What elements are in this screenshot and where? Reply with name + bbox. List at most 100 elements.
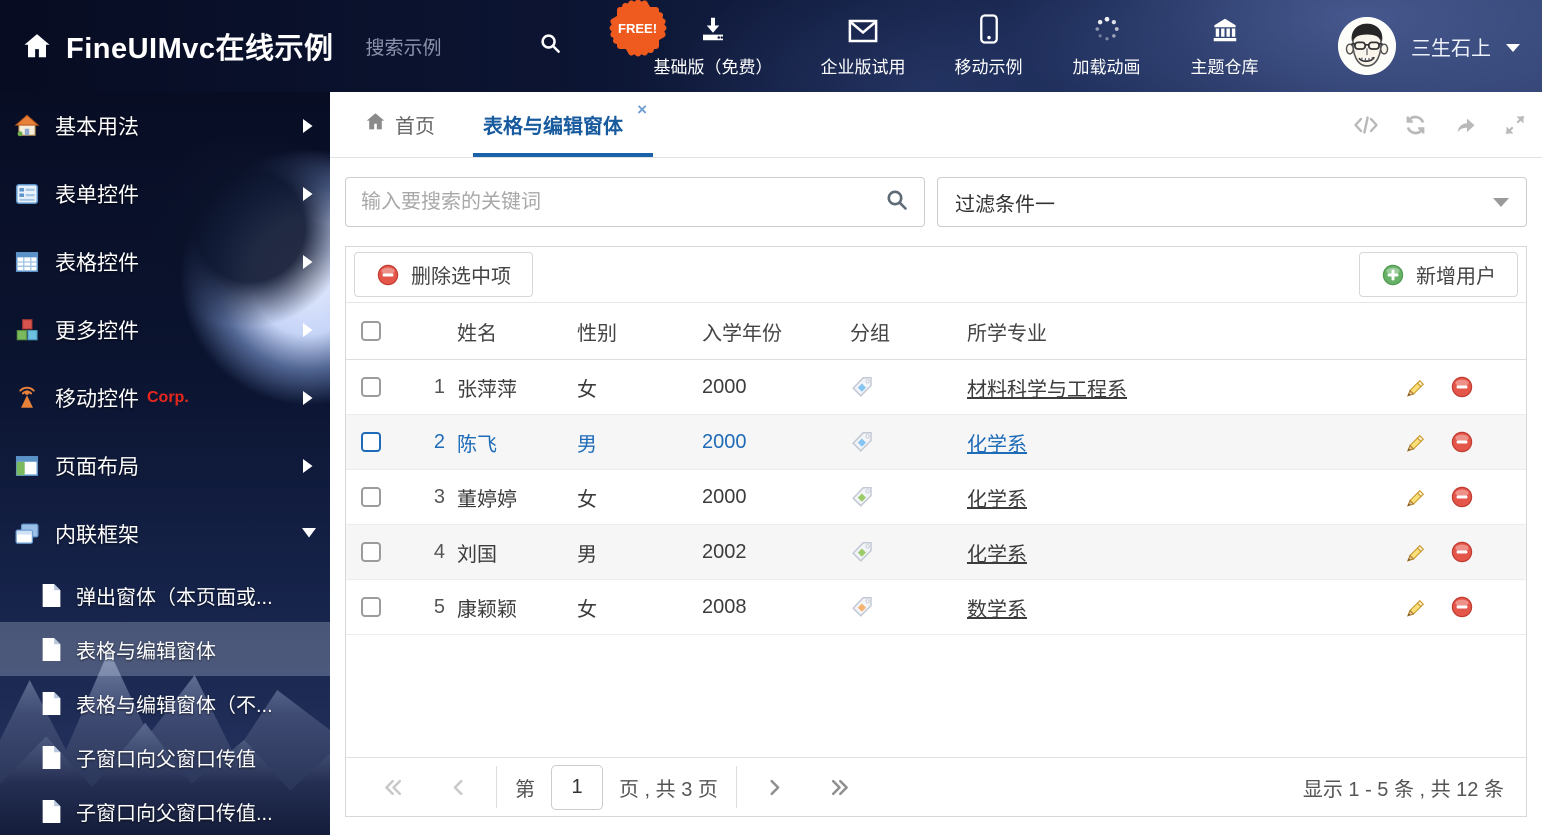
nav-label: 加载动画 [1072, 58, 1141, 77]
delete-icon[interactable] [1450, 540, 1474, 564]
row-checkbox[interactable] [361, 597, 381, 617]
chevron-right-icon [301, 390, 315, 406]
sidebar-item-label: 页面布局 [55, 456, 139, 479]
edit-icon[interactable] [1402, 540, 1426, 564]
edit-icon[interactable] [1402, 430, 1426, 454]
tag-green-icon [850, 485, 874, 509]
share-icon[interactable] [1453, 113, 1477, 137]
keyword-search-input[interactable] [361, 190, 875, 214]
edit-icon[interactable] [1402, 595, 1426, 619]
sidebar-subitem[interactable]: 子窗口向父窗口传值... [0, 784, 330, 835]
cell-name: 刘国 [457, 543, 497, 566]
expand-icon[interactable] [1503, 113, 1527, 137]
app-header: FineUIMvc在线示例 搜索示例 FREE! 基础版（免费） 企业版试用 移… [0, 0, 1542, 92]
column-index [396, 303, 451, 359]
major-link[interactable]: 材料科学与工程系 [967, 373, 1127, 402]
table-row[interactable]: 1 张萍萍 女 2000 材料科学与工程系 [346, 360, 1526, 415]
grid-panel: 删除选中项 新增用户 姓名 性别 入学年份 分组 所学专业 1 张萍萍 女 20… [345, 246, 1527, 817]
column-name: 姓名 [457, 322, 497, 345]
filter-dropdown-value: 过滤条件一 [955, 193, 1055, 216]
column-group: 分组 [850, 322, 890, 345]
sidebar-item[interactable]: 基本用法 [0, 92, 330, 160]
delete-icon[interactable] [1450, 375, 1474, 399]
column-actions [1398, 303, 1526, 359]
major-link[interactable]: 数学系 [967, 593, 1027, 622]
page-label-prefix: 第 [515, 778, 535, 801]
row-checkbox[interactable] [361, 377, 381, 397]
delete-selected-button[interactable]: 删除选中项 [354, 252, 533, 297]
sidebar-item[interactable]: 更多控件 [0, 296, 330, 364]
file-icon [40, 745, 62, 769]
tab-active[interactable]: 表格与编辑窗体 × [473, 92, 653, 157]
file-icon [40, 583, 62, 607]
sidebar-item[interactable]: 页面布局 [0, 432, 330, 500]
cell-name: 张萍萍 [457, 378, 517, 401]
app-logo[interactable]: FineUIMvc在线示例 [22, 25, 334, 67]
page-number-input[interactable] [551, 764, 603, 810]
sidebar-subitem[interactable]: 表格与编辑窗体 [0, 622, 330, 676]
cell-year: 2008 [702, 595, 747, 618]
cell-year: 2000 [702, 375, 747, 398]
header-search-placeholder: 搜索示例 [365, 37, 442, 59]
antenna-icon [14, 385, 40, 411]
sidebar-item[interactable]: 内联框架 [0, 500, 330, 568]
delete-icon[interactable] [1450, 430, 1474, 454]
header-nav-item[interactable]: 加载动画 [1072, 14, 1142, 78]
sidebar-subitem[interactable]: 弹出窗体（本页面或... [0, 568, 330, 622]
search-icon[interactable] [885, 188, 909, 217]
edit-icon[interactable] [1402, 375, 1426, 399]
sidebar-subitem-label: 表格与编辑窗体 [76, 640, 216, 663]
header-nav-item[interactable]: FREE! 基础版（免费） [607, 0, 773, 78]
sidebar-item[interactable]: 表单控件 [0, 160, 330, 228]
delete-icon[interactable] [1450, 595, 1474, 619]
header-nav-item[interactable]: 主题仓库 [1190, 14, 1260, 78]
tab-toolbar [1353, 92, 1527, 157]
envelope-icon [848, 14, 878, 44]
row-checkbox[interactable] [361, 432, 381, 452]
table-row[interactable]: 4 刘国 男 2002 化学系 [346, 525, 1526, 580]
view-source-icon[interactable] [1353, 113, 1378, 137]
cubes-icon [14, 317, 40, 343]
layout-icon [14, 453, 40, 479]
filter-dropdown[interactable]: 过滤条件一 [937, 177, 1527, 227]
sidebar-item[interactable]: 移动控件 Corp. [0, 364, 330, 432]
user-menu[interactable]: 三生石上 [1338, 17, 1520, 75]
edit-icon[interactable] [1402, 485, 1426, 509]
last-page-button[interactable] [806, 778, 873, 797]
user-caret-icon [1506, 43, 1520, 52]
column-year: 入学年份 [702, 322, 782, 345]
table-row[interactable]: 3 董婷婷 女 2000 化学系 [346, 470, 1526, 525]
table-row[interactable]: 2 陈飞 男 2000 化学系 [346, 415, 1526, 470]
row-checkbox[interactable] [361, 542, 381, 562]
header-search[interactable]: 搜索示例 [366, 32, 562, 60]
tab-home[interactable]: 首页 [365, 92, 435, 157]
major-link[interactable]: 化学系 [967, 428, 1027, 457]
tab-close-icon[interactable]: × [637, 101, 647, 118]
first-page-button[interactable] [360, 778, 427, 797]
frames-icon [14, 521, 40, 547]
cell-year: 2000 [702, 430, 747, 453]
prev-page-button[interactable] [427, 778, 490, 797]
header-nav: FREE! 基础版（免费） 企业版试用 移动示例 加载动画 主题仓库 [607, 0, 1260, 78]
add-user-button[interactable]: 新增用户 [1359, 252, 1518, 297]
sidebar-subitem[interactable]: 子窗口向父窗口传值 [0, 730, 330, 784]
search-icon[interactable] [539, 32, 562, 60]
header-nav-item[interactable]: 企业版试用 [821, 14, 906, 78]
select-all-checkbox[interactable] [361, 321, 381, 341]
table-row[interactable]: 5 康颖颖 女 2008 数学系 [346, 580, 1526, 635]
nav-label: 基础版（免费） [653, 58, 773, 77]
cell-name: 陈飞 [457, 433, 497, 456]
next-page-button[interactable] [743, 778, 806, 797]
header-nav-item[interactable]: 移动示例 [954, 14, 1024, 78]
row-checkbox[interactable] [361, 487, 381, 507]
avatar[interactable] [1338, 17, 1396, 75]
row-number: 3 [433, 485, 445, 508]
sidebar-subitem[interactable]: 表格与编辑窗体（不... [0, 676, 330, 730]
sidebar-item-label: 内联框架 [55, 524, 139, 547]
delete-icon[interactable] [1450, 485, 1474, 509]
row-number: 2 [433, 430, 445, 453]
refresh-icon[interactable] [1403, 113, 1427, 137]
major-link[interactable]: 化学系 [967, 483, 1027, 512]
sidebar-item[interactable]: 表格控件 [0, 228, 330, 296]
major-link[interactable]: 化学系 [967, 538, 1027, 567]
